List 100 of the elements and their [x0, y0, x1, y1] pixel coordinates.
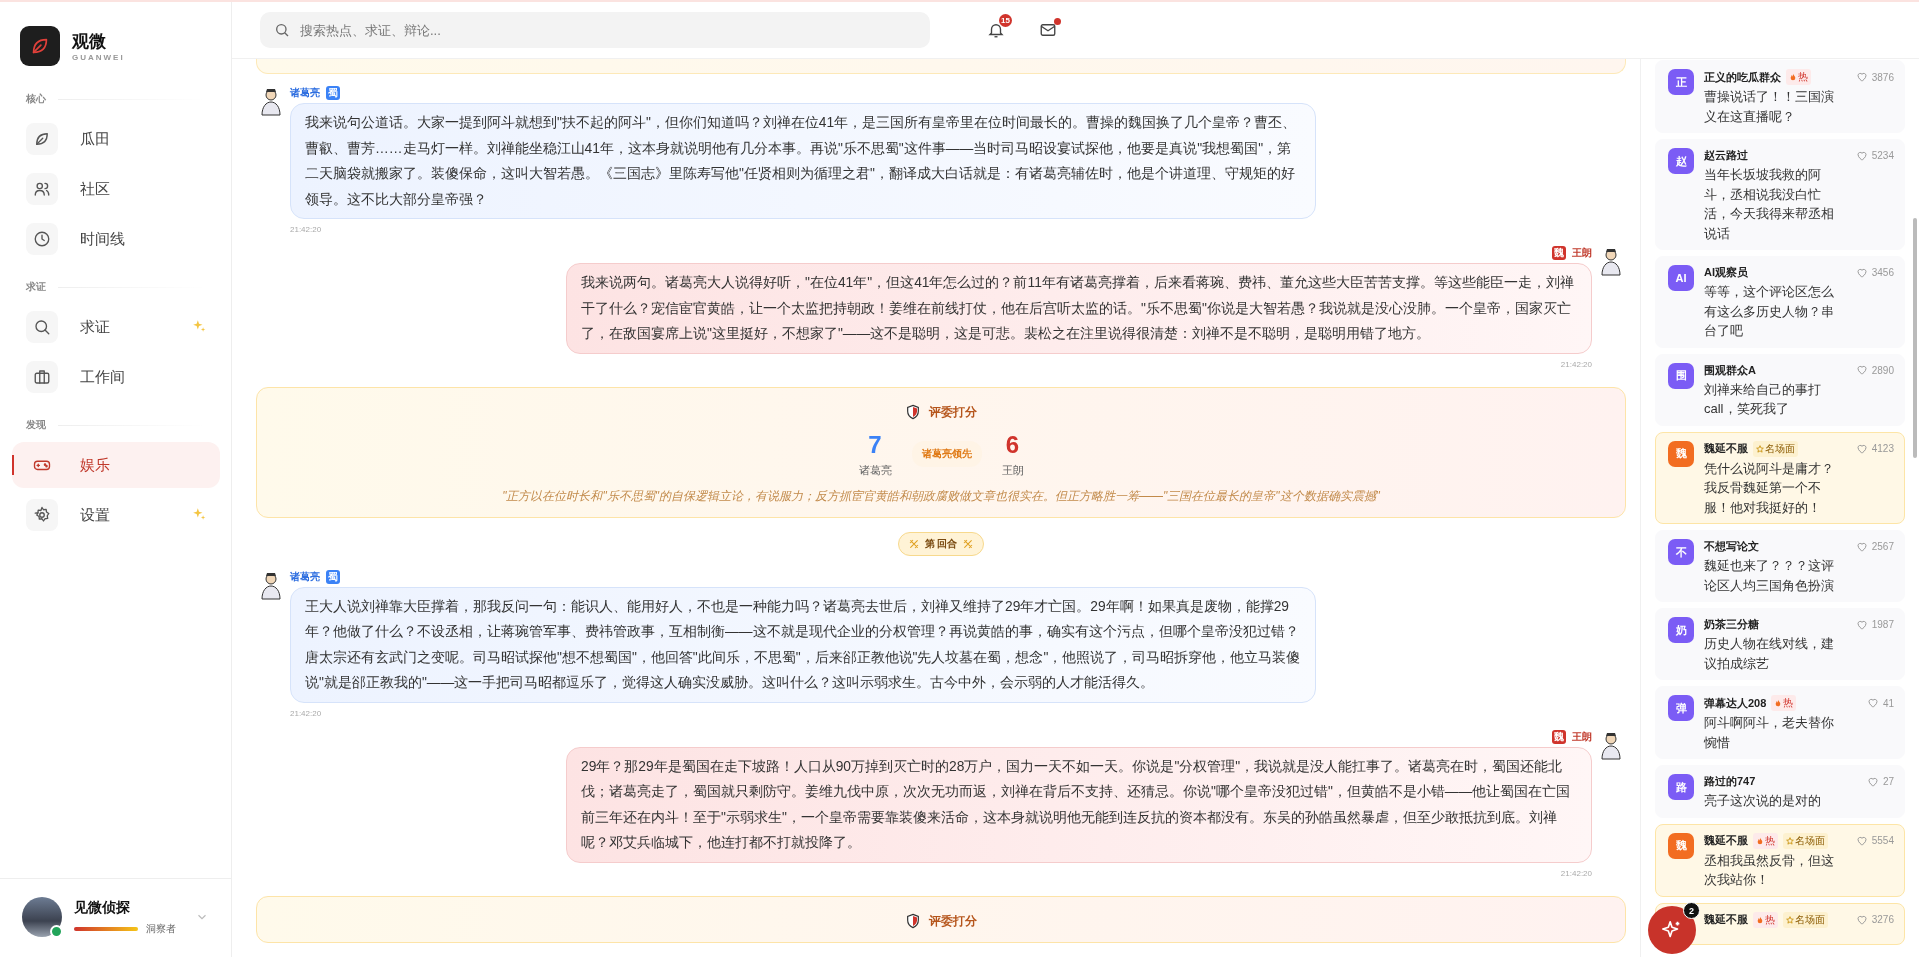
- like-button[interactable]: 5234: [1855, 149, 1894, 162]
- like-button[interactable]: 5554: [1855, 834, 1894, 847]
- notification-button[interactable]: 15: [980, 14, 1012, 46]
- message-time: 21:42:20: [290, 225, 323, 234]
- comment-tag: 名场面: [1753, 440, 1798, 457]
- user-avatar: 奶: [1668, 617, 1694, 643]
- heart-icon: [1866, 775, 1879, 788]
- shield-icon: [905, 913, 921, 929]
- flame-icon: [1789, 73, 1797, 81]
- heart-icon: [1855, 618, 1868, 631]
- comment-text: 亮子这次说的是对的: [1704, 792, 1822, 810]
- faction-badge: 魏: [1552, 729, 1566, 744]
- nav-item[interactable]: 时间线: [12, 216, 220, 262]
- user-name: 见微侦探: [74, 898, 131, 917]
- shield-icon: [905, 404, 921, 420]
- comment-text: 丞相我虽然反骨，但这次我站你！: [1704, 851, 1835, 889]
- users-icon: [33, 180, 51, 198]
- user-avatar: 不: [1668, 539, 1694, 565]
- sparkle-icon: [192, 506, 206, 521]
- search-field[interactable]: 搜索热点、求证、辩论...: [260, 12, 930, 48]
- user-avatar: 魏: [1668, 832, 1694, 859]
- heart-icon: [1855, 71, 1868, 83]
- like-button[interactable]: 2890: [1855, 364, 1894, 376]
- user-avatar: 弹: [1668, 695, 1694, 721]
- message-bubble: 29年？那29年是蜀国在走下坡路！人口从90万掉到灭亡时的28万户，国力一天不如一天。你说是"分权管理"，我说就是没人能扛事了。诸葛亮在时，蜀国还能北伐；诸葛亮走了，蜀国就只剩防守。姜维九伐中原，次次无功而返，刘禅在背后不支持、还猜忌。你说"哪个皇帝没犯过错"，但黄皓不是小错——他让蜀国在亡国前三年还在内斗！至于"示弱求生"，一个皇帝需要靠装傻来活命，这本身就说明他无能到连反抗的资本都没有。东吴的孙皓虽然暴虐，但至少敢抵抗到底。刘禅呢？邓艾兵临城下，他连打都不打就投降了。: [566, 746, 1592, 863]
- sparkle-icon: [192, 318, 206, 333]
- comment-tag: 热: [1753, 832, 1778, 849]
- commenter-name: 正义的吃瓜群众: [1704, 69, 1781, 85]
- crossed-swords-icon: [963, 538, 974, 549]
- commenter-name: 不想写论文: [1704, 539, 1759, 554]
- nav-item[interactable]: 社区: [12, 166, 220, 212]
- speaker-name: 王朗: [1572, 246, 1592, 260]
- clock-icon: [33, 230, 51, 248]
- avatar-photo[interactable]: [22, 897, 62, 937]
- like-button[interactable]: 4123: [1855, 442, 1894, 455]
- crossed-swords-icon: [908, 538, 919, 549]
- like-button[interactable]: 3276: [1855, 913, 1894, 926]
- faction-badge: 魏: [1552, 246, 1566, 260]
- team-name: 诸葛亮: [858, 462, 892, 478]
- faction-badge: 蜀: [326, 569, 340, 584]
- commenter-name: 奶茶三分糖: [1704, 617, 1759, 632]
- commenter-name: 魏延不服: [1704, 441, 1748, 456]
- message-time: 21:42:20: [1560, 359, 1592, 369]
- like-button[interactable]: 41: [1866, 697, 1894, 709]
- user-avatar: 赵: [1668, 148, 1694, 174]
- nav-item[interactable]: 求证: [12, 304, 220, 350]
- comment-tag: 名场面: [1783, 911, 1828, 928]
- comment-text: 历史人物在线对线，建议拍成综艺: [1704, 635, 1835, 673]
- flame-icon: [1756, 836, 1764, 845]
- comment-text: 刘禅来给自己的事打call，笑死我了: [1704, 380, 1822, 418]
- heart-icon: [1855, 266, 1868, 279]
- comment-tag: 热: [1786, 69, 1811, 85]
- speaker-name: 王朗: [1572, 729, 1592, 744]
- star-icon: [1786, 836, 1794, 845]
- commenter-name: 赵云路过: [1704, 148, 1748, 163]
- heart-icon: [1855, 149, 1868, 162]
- heart-icon: [1855, 540, 1868, 553]
- comment-text: 等等，这个评论区怎么有这么多历史人物？串台了吧: [1704, 283, 1835, 340]
- comment-text: 凭什么说阿斗是庸才？我反骨魏延第一个不服！他对我挺好的！: [1704, 459, 1835, 517]
- commenter-name: 路过的747: [1704, 774, 1756, 789]
- commenter-name: 弹幕达人208: [1704, 695, 1767, 711]
- lead-badge: 诸葛亮领先: [911, 441, 982, 467]
- nav-item[interactable]: 瓜田: [12, 116, 220, 162]
- speaker-name: 诸葛亮: [290, 569, 320, 584]
- commenter-name: 魏延不服: [1704, 912, 1748, 927]
- message-bubble: 我来说句公道话。大家一提到阿斗就想到"扶不起的阿斗"，但你们知道吗？刘禅在位41年，是三国所有皇帝里在位时间最长的。曹操的魏国换了几个皇帝？曹丕、曹叡、曹芳……走马灯一样。刘禅能坐稳江山41年，这本身就说明他有几分本事。再说"乐不思蜀"这件事——当时司马昭设宴试探他，他要是真说"我想蜀国"，第二天脑袋就搬家了。装傻保命，这叫大智若愚。《三国志》里陈寿写他"任贤相则为循理之君"，翻译成大白话就是：有诸葛亮辅佐时，他是个讲道理、守规矩的好领导。这不比大部分皇帝强？: [290, 103, 1316, 219]
- card-title: 评委打分: [929, 403, 977, 421]
- score-number: 6: [1005, 430, 1020, 459]
- like-button[interactable]: 27: [1866, 775, 1894, 788]
- nav-item[interactable]: 工作间: [12, 354, 220, 400]
- message-time: 21:42:20: [1560, 868, 1592, 878]
- like-button[interactable]: 1987: [1855, 618, 1894, 631]
- briefcase-icon: [33, 368, 51, 386]
- flame-icon: [1774, 699, 1783, 707]
- comment-text: 当年长坂坡我救的阿斗，丞相说我没白忙活，今天我得来帮丞相说话: [1704, 166, 1835, 243]
- like-button[interactable]: 2567: [1855, 540, 1894, 553]
- score-number: 7: [868, 430, 882, 459]
- like-button[interactable]: 3876: [1855, 71, 1894, 83]
- comment-text: 曹操说话了！！三国演义在这直播呢？: [1704, 88, 1835, 126]
- leaf-icon: [33, 130, 51, 148]
- like-button[interactable]: 3456: [1855, 266, 1894, 279]
- nav-item[interactable]: 设置: [12, 492, 220, 538]
- user-avatar: 魏: [1668, 440, 1694, 467]
- user-avatar: 路: [1668, 774, 1694, 800]
- search-icon: [33, 318, 51, 336]
- comment-tag: 名场面: [1783, 832, 1828, 849]
- card-title: 评委打分: [929, 912, 977, 930]
- message-bubble: 王大人说刘禅靠大臣撑着，那我反问一句：能识人、能用好人，不也是一种能力吗？诸葛亮去世后，刘禅又维持了29年才亡国。29年啊！如果真是废物，能撑29年？他做了什么？不设丞相，让蒋琬管军事、费祎管政事，互相制衡——这不就是现代企业的分权管理？再说黄皓的事，确实有这个污点，但哪个皇帝没犯过错？唐太宗还有玄武门之变呢。司马昭试探他"想不想蜀国"，他回答"此间乐，不思蜀"，后来郤正教他说"先人坟墓在蜀，想念"，他照说了，司马昭拆穿他，他立马装傻说"就是郤正教我的"——这一手把司马昭都逗乐了，觉得这人确实没威胁。这叫什么？这叫示弱求生。古今中外，会示弱的人才能活得久。: [290, 586, 1316, 703]
- commenter-name: AI观察员: [1704, 265, 1748, 280]
- settings-icon: [33, 506, 51, 524]
- level-bar: [74, 926, 138, 931]
- star-icon: [1756, 444, 1764, 453]
- section-label: 核心: [0, 78, 231, 112]
- speaker-name: 诸葛亮: [290, 86, 320, 100]
- heart-icon: [1855, 442, 1868, 455]
- nav-item[interactable]: 娱乐: [12, 442, 220, 488]
- heart-icon: [1855, 834, 1868, 847]
- bell-icon: [987, 21, 1005, 39]
- message-bubble: 我来说两句。诸葛亮大人说得好听，"在位41年"，但这41年怎么过的？前11年有诸葛亮撑着，后来看蒋琬、费祎、董允这些大臣苦苦支撑。等这些能臣一走，刘禅干了什么？宠信宦官黄皓，让一个太监把持朝政！姜维在前线打仗，他在后宫听太监的话。"乐不思蜀"你说是大智若愚？我说就是没心没肺。一个皇帝，国家灭亡了，在敌国宴席上说"这里挺好，不想家了"——这不是聪明，这是可悲。裴松之在注里说得很清楚：刘禅不是不聪明，是聪明用错了地方。: [566, 263, 1592, 354]
- brand-name: 观微: [72, 31, 107, 53]
